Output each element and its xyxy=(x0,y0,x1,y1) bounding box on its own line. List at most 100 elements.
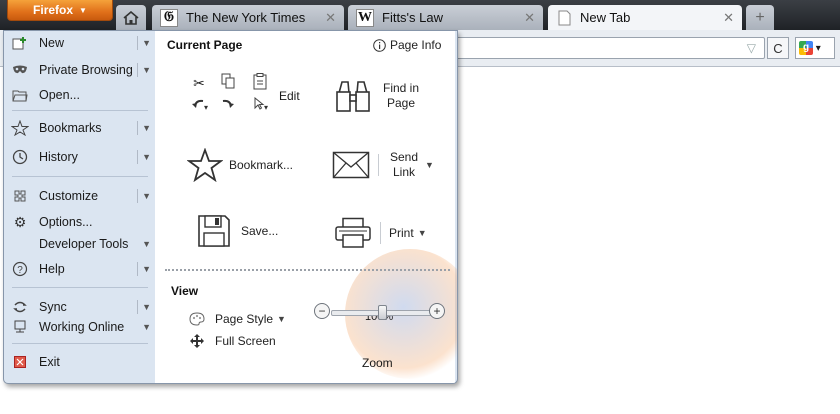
menu-item-exit[interactable]: Exit xyxy=(4,351,155,373)
search-engine-button[interactable]: g ▾ xyxy=(795,37,835,59)
plus-icon: + xyxy=(433,304,441,318)
save-page-button[interactable]: Save... xyxy=(197,214,278,248)
plus-icon: + xyxy=(755,8,765,26)
section-divider xyxy=(165,269,450,271)
bookmarks-star-icon xyxy=(11,119,29,137)
chevron-down-icon[interactable]: ▽ xyxy=(747,41,756,55)
menu-item-label: Open... xyxy=(39,88,80,102)
send-link-label: Send Link xyxy=(389,150,419,179)
palette-icon xyxy=(189,312,205,326)
close-icon[interactable]: ✕ xyxy=(723,10,734,26)
tab-bar: Firefox ▼ 𝔊 The New York Times ✕ W Fitts… xyxy=(0,0,840,30)
select-all-icon[interactable]: ▾ xyxy=(253,97,269,111)
zoom-out-button[interactable]: − xyxy=(314,303,330,319)
menu-item-sync[interactable]: Sync ▼ xyxy=(4,296,155,318)
menu-item-private-browsing[interactable]: Private Browsing ▼ xyxy=(4,59,155,81)
close-icon[interactable]: ✕ xyxy=(325,10,336,26)
menu-item-new[interactable]: New ▼ xyxy=(4,32,155,54)
edit-group: ✂ ▾ ▾ Edit xyxy=(191,73,300,115)
firefox-menu: New ▼ Private Browsing ▼ Open... Bookmar… xyxy=(3,30,458,384)
url-bar[interactable]: ▽ xyxy=(440,37,765,59)
new-tab-button[interactable]: + xyxy=(746,5,774,30)
submenu-arrow-icon[interactable]: ▼ xyxy=(137,189,151,203)
nyt-icon: 𝔊 xyxy=(160,8,178,27)
tab-fitts-law[interactable]: W Fitts's Law ✕ xyxy=(348,5,543,30)
page-style-label: Page Style xyxy=(215,312,274,326)
bookmark-label: Bookmark... xyxy=(229,158,294,172)
menu-item-history[interactable]: History ▼ xyxy=(4,146,155,168)
submenu-arrow-icon[interactable]: ▼ xyxy=(137,262,151,276)
info-icon xyxy=(373,38,386,52)
copy-icon[interactable] xyxy=(221,73,235,89)
menu-item-options[interactable]: ⚙ Options... xyxy=(4,211,155,233)
help-icon: ? xyxy=(11,260,29,278)
chevron-down-icon[interactable]: ▼ xyxy=(425,160,434,170)
view-section-title: View xyxy=(171,284,199,298)
blank-page-icon xyxy=(556,10,572,26)
close-icon[interactable]: ✕ xyxy=(524,10,535,26)
menu-item-developer-tools[interactable]: Developer Tools ▼ xyxy=(4,233,155,255)
redo-icon[interactable] xyxy=(221,97,235,111)
full-screen-icon xyxy=(190,334,204,348)
tab-title: New Tab xyxy=(580,10,631,25)
cut-icon[interactable]: ✂ xyxy=(191,75,207,91)
chevron-down-icon: ▾ xyxy=(813,42,821,54)
submenu-arrow-icon[interactable]: ▼ xyxy=(137,150,151,164)
full-screen-label: Full Screen xyxy=(215,334,276,348)
undo-icon[interactable]: ▾ xyxy=(191,97,209,111)
menu-left-column: New ▼ Private Browsing ▼ Open... Bookmar… xyxy=(4,31,155,383)
reload-button[interactable]: C xyxy=(767,37,789,59)
divider xyxy=(380,222,381,244)
print-button[interactable]: Print ▼ xyxy=(334,217,427,249)
firefox-menu-button[interactable]: Firefox ▼ xyxy=(7,0,113,21)
paste-icon[interactable] xyxy=(253,73,267,90)
chevron-down-icon: ▼ xyxy=(277,314,286,324)
empty-icon-slot xyxy=(11,235,29,253)
find-in-page-label: Find in Page xyxy=(382,81,420,110)
submenu-arrow-icon[interactable]: ▼ xyxy=(137,121,151,135)
minus-icon: − xyxy=(318,304,326,318)
new-tab-icon xyxy=(11,34,29,52)
chevron-down-icon[interactable]: ▼ xyxy=(418,228,427,238)
tab-new-tab[interactable]: New Tab ✕ xyxy=(548,5,742,30)
menu-separator xyxy=(12,343,148,344)
zoom-slider-thumb[interactable] xyxy=(377,305,387,320)
zoom-in-button[interactable]: + xyxy=(429,303,445,319)
menu-item-help[interactable]: ? Help ▼ xyxy=(4,258,155,280)
submenu-arrow-icon[interactable]: ▼ xyxy=(137,300,151,314)
menu-item-working-online[interactable]: Working Online ▼ xyxy=(4,316,155,338)
submenu-arrow-icon[interactable]: ▼ xyxy=(138,237,151,251)
menu-item-label: Options... xyxy=(39,215,93,229)
reload-icon: C xyxy=(773,40,783,56)
wikipedia-icon: W xyxy=(356,8,374,27)
exit-icon xyxy=(11,353,29,371)
zoom-label: Zoom xyxy=(362,356,393,370)
tab-title: The New York Times xyxy=(186,10,306,25)
submenu-arrow-icon[interactable]: ▼ xyxy=(137,63,151,77)
menu-item-customize[interactable]: Customize ▼ xyxy=(4,185,155,207)
menu-item-open[interactable]: Open... xyxy=(4,84,155,106)
tab-title: Fitts's Law xyxy=(382,10,443,25)
send-link-button[interactable]: Send Link ▼ xyxy=(332,150,434,180)
bookmark-page-button[interactable]: Bookmark... xyxy=(187,148,293,182)
svg-text:▾: ▾ xyxy=(264,103,268,111)
menu-right-column: Current Page Page Info ✂ ▾ ▾ Edit Find i… xyxy=(155,31,457,383)
page-info-label: Page Info xyxy=(390,38,442,52)
firefox-menu-label: Firefox xyxy=(33,3,74,17)
folder-icon xyxy=(11,86,29,104)
find-in-page-button[interactable]: Find in Page xyxy=(335,79,431,113)
menu-item-label: Exit xyxy=(39,355,60,369)
tab-nytimes[interactable]: 𝔊 The New York Times ✕ xyxy=(152,5,344,30)
gear-icon: ⚙ xyxy=(13,213,27,230)
star-icon xyxy=(187,148,223,182)
submenu-arrow-icon[interactable]: ▼ xyxy=(137,36,151,50)
save-label: Save... xyxy=(241,224,279,238)
page-style-button[interactable]: Page Style ▼ xyxy=(189,312,286,326)
floppy-disk-icon xyxy=(198,215,230,247)
zoom-slider[interactable] xyxy=(331,305,433,320)
home-tab[interactable] xyxy=(116,5,146,30)
page-info-button[interactable]: Page Info xyxy=(373,38,441,52)
full-screen-button[interactable]: Full Screen xyxy=(189,333,276,349)
submenu-arrow-icon[interactable]: ▼ xyxy=(138,320,151,334)
menu-item-bookmarks[interactable]: Bookmarks ▼ xyxy=(4,117,155,139)
